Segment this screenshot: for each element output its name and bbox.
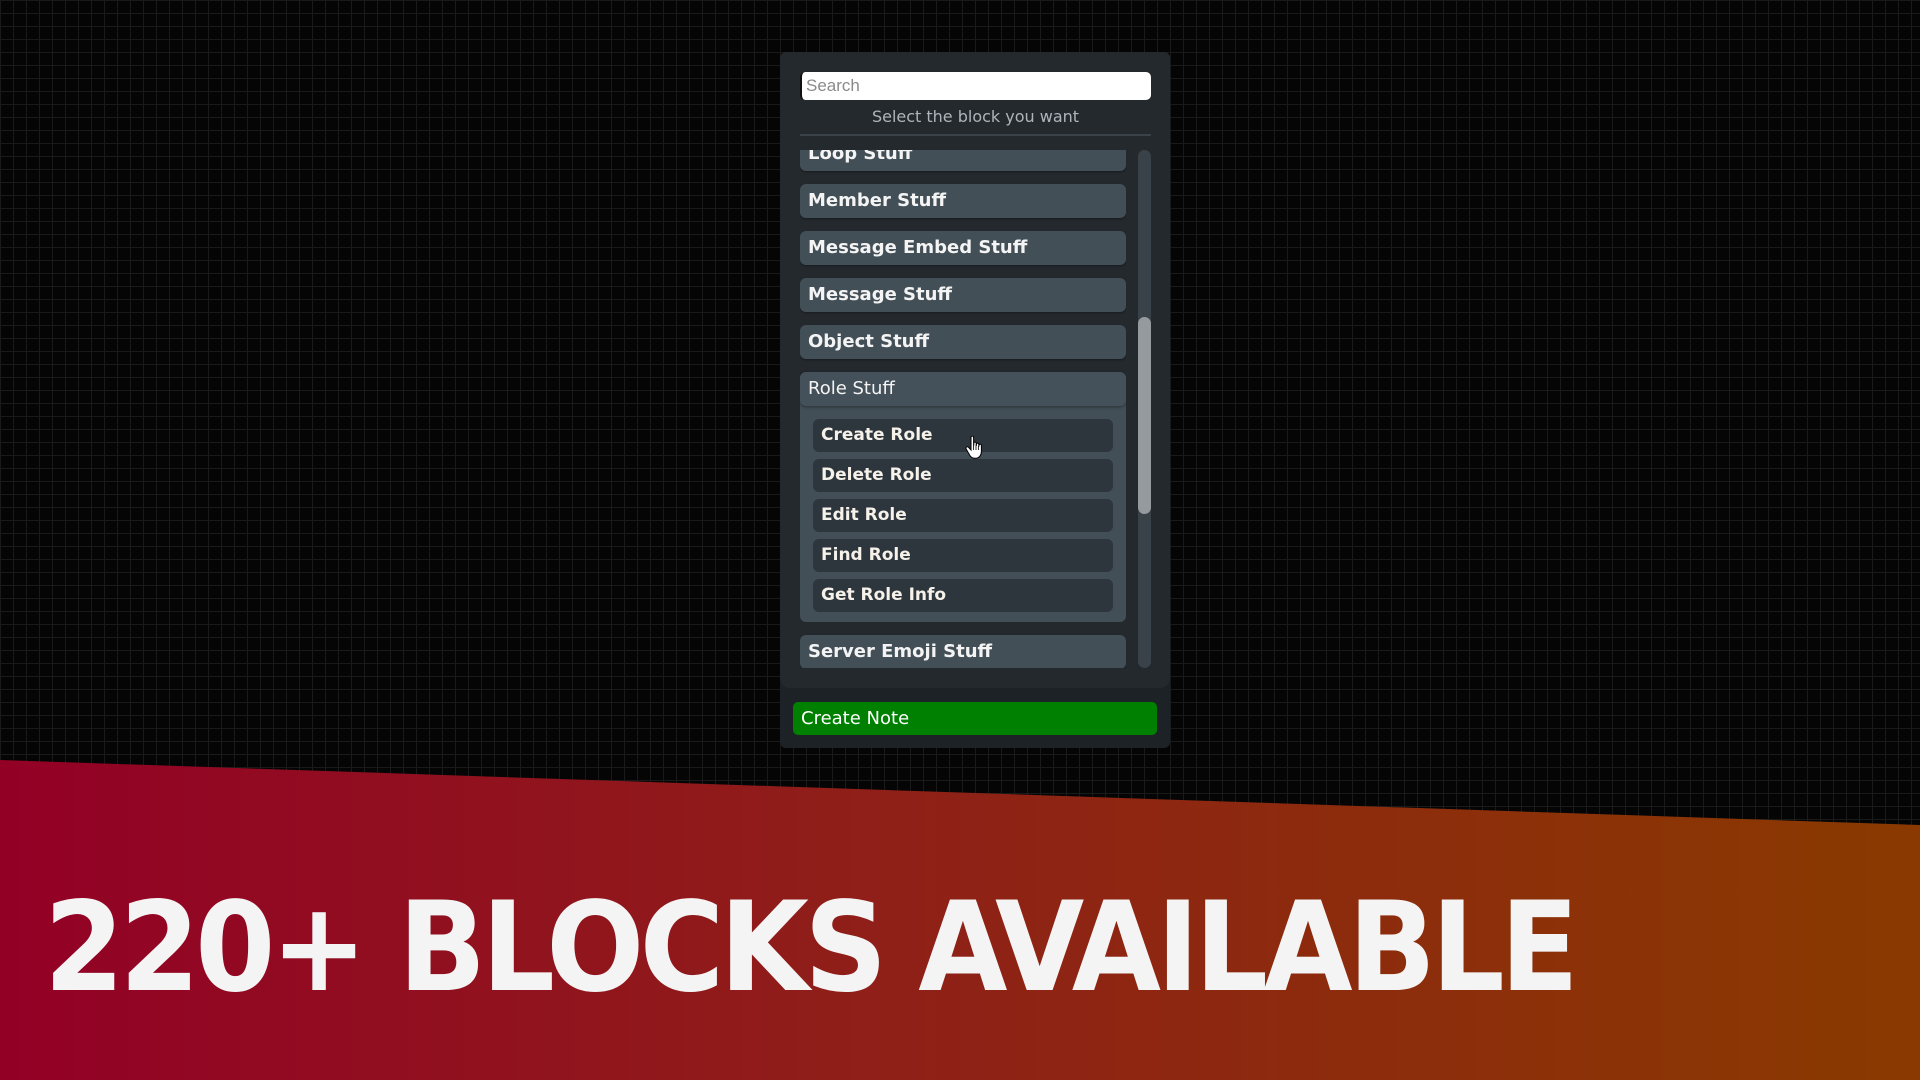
block-delete-role[interactable]: Delete Role	[813, 459, 1113, 492]
category-role-stuff-expanded: Role Stuff Create Role Delete Role Edit …	[800, 372, 1126, 622]
category-loop-stuff[interactable]: Loop Stuff	[800, 150, 1126, 171]
block-picker-body: Select the block you want Loop Stuff Mem…	[780, 52, 1170, 688]
scrollbar-thumb[interactable]	[1138, 317, 1151, 514]
category-object-stuff[interactable]: Object Stuff	[800, 325, 1126, 359]
role-block-list: Create Role Delete Role Edit Role Find R…	[800, 406, 1126, 612]
category-member-stuff[interactable]: Member Stuff	[800, 184, 1126, 218]
banner-headline: 220+ BLOCKS AVAILABLE	[44, 876, 1579, 1020]
block-get-role-info[interactable]: Get Role Info	[813, 579, 1113, 612]
block-list-content: Loop Stuff Member Stuff Message Embed St…	[800, 150, 1126, 668]
category-message-stuff[interactable]: Message Stuff	[800, 278, 1126, 312]
category-server-emoji-stuff[interactable]: Server Emoji Stuff	[800, 635, 1126, 668]
block-create-role[interactable]: Create Role	[813, 419, 1113, 452]
block-edit-role[interactable]: Edit Role	[813, 499, 1113, 532]
list-scrollbar[interactable]	[1138, 150, 1151, 668]
block-find-role[interactable]: Find Role	[813, 539, 1113, 572]
block-picker-panel: Select the block you want Loop Stuff Mem…	[780, 52, 1170, 748]
block-category-list: Loop Stuff Member Stuff Message Embed St…	[800, 150, 1126, 668]
search-input[interactable]	[800, 72, 1151, 100]
picker-subtitle: Select the block you want	[871, 107, 1080, 126]
create-note-button[interactable]: Create Note	[793, 702, 1157, 735]
category-message-embed-stuff[interactable]: Message Embed Stuff	[800, 231, 1126, 265]
divider	[800, 134, 1151, 136]
category-role-stuff[interactable]: Role Stuff	[800, 372, 1126, 406]
